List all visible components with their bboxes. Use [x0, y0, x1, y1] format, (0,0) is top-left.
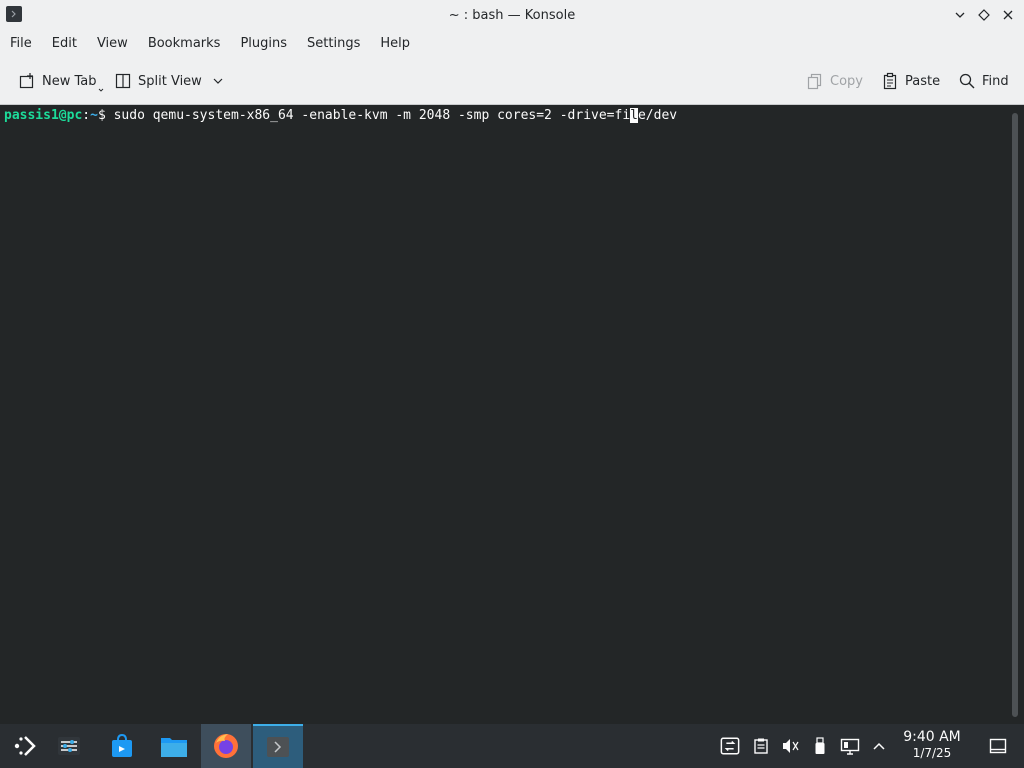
- minimize-button[interactable]: [948, 3, 972, 27]
- scrollbar-thumb[interactable]: [1012, 113, 1018, 717]
- find-button[interactable]: Find: [952, 65, 1015, 97]
- firefox-icon: [214, 734, 238, 758]
- window-controls: [948, 0, 1024, 30]
- copy-icon: [807, 73, 822, 90]
- app-launcher-icon: [14, 736, 36, 756]
- copy-button[interactable]: Copy: [800, 65, 869, 97]
- menu-settings[interactable]: Settings: [297, 30, 370, 58]
- clock-time: 9:40 AM: [903, 729, 961, 745]
- text-cursor: l: [630, 108, 638, 123]
- prompt-path: ~: [90, 108, 98, 123]
- system-settings-icon: [58, 737, 80, 755]
- paste-button[interactable]: Paste: [875, 65, 946, 97]
- paste-label: Paste: [905, 73, 941, 89]
- konsole-terminal-icon: [267, 737, 289, 757]
- terminal-scrollbar[interactable]: [1008, 105, 1024, 724]
- clock-date: 1/7/25: [912, 746, 952, 760]
- clipboard-icon: [754, 738, 768, 754]
- split-view-button[interactable]: Split View: [108, 65, 230, 97]
- toolbar: New Tab Split View Copy Paste Find: [0, 58, 1024, 105]
- close-icon: [1003, 10, 1013, 20]
- menu-bookmarks[interactable]: Bookmarks: [138, 30, 231, 58]
- tray-clipboard[interactable]: [751, 736, 771, 756]
- taskbar-dolphin[interactable]: [149, 724, 199, 768]
- chevron-down-icon: [213, 78, 223, 84]
- chevron-up-icon: [873, 742, 885, 750]
- paste-icon: [883, 72, 897, 90]
- konsole-app-icon[interactable]: [6, 6, 22, 22]
- command-text: sudo qemu-system-x86_64 -enable-kvm -m 2…: [113, 108, 631, 123]
- taskbar-konsole[interactable]: [253, 724, 303, 768]
- search-icon: [959, 73, 975, 89]
- menu-help[interactable]: Help: [370, 30, 420, 58]
- usb-drive-icon: [815, 737, 825, 754]
- prompt-symbol: $: [97, 108, 114, 123]
- new-tab-button[interactable]: New Tab: [12, 65, 104, 97]
- terminal-view[interactable]: passis1@pc:~$ sudo qemu-system-x86_64 -e…: [0, 105, 1008, 724]
- diamond-icon: [978, 9, 990, 21]
- window-title: ~ : bash — Konsole: [448, 7, 576, 23]
- terminal-command-line: passis1@pc:~$ sudo qemu-system-x86_64 -e…: [4, 107, 677, 125]
- chevron-down-icon: [955, 12, 965, 18]
- copy-label: Copy: [830, 73, 863, 89]
- dropdown-indicator-icon: [98, 88, 104, 92]
- taskbar: 9:40 AM 1/7/25: [0, 724, 1024, 768]
- menu-view[interactable]: View: [87, 30, 138, 58]
- app-launcher-button[interactable]: [0, 724, 50, 768]
- taskbar-firefox[interactable]: [201, 724, 251, 768]
- menu-bar: File Edit View Bookmarks Plugins Setting…: [0, 30, 1024, 58]
- menu-edit[interactable]: Edit: [42, 30, 87, 58]
- switch-window-icon: [720, 737, 740, 755]
- command-text-rest: e/dev: [637, 108, 678, 123]
- show-desktop-button[interactable]: [988, 736, 1008, 756]
- network-wired-icon: [840, 738, 860, 755]
- discover-store-icon: [112, 733, 132, 757]
- dolphin-folder-icon: [161, 738, 187, 757]
- tray-volume[interactable]: [780, 736, 800, 756]
- tray-expand[interactable]: [869, 736, 889, 756]
- tray-network[interactable]: [840, 736, 860, 756]
- split-view-label: Split View: [138, 73, 202, 89]
- prompt-user: passis1@pc: [4, 108, 83, 123]
- taskbar-discover[interactable]: [97, 724, 147, 768]
- close-button[interactable]: [996, 3, 1020, 27]
- menu-file[interactable]: File: [0, 30, 42, 58]
- maximize-button[interactable]: [972, 3, 996, 27]
- new-tab-label: New Tab: [42, 73, 97, 89]
- new-tab-icon: [19, 73, 34, 89]
- taskbar-system-settings[interactable]: [44, 724, 94, 768]
- split-view-icon: [115, 73, 131, 89]
- prompt-separator: :: [82, 108, 91, 123]
- tray-kde-connect[interactable]: [720, 736, 740, 756]
- menu-plugins[interactable]: Plugins: [230, 30, 297, 58]
- find-label: Find: [982, 73, 1009, 89]
- tray-removable-device[interactable]: [810, 736, 830, 756]
- konsole-window: ~ : bash — Konsole File Edit View Bookma…: [0, 0, 1024, 724]
- digital-clock[interactable]: 9:40 AM 1/7/25: [896, 728, 968, 760]
- title-bar[interactable]: ~ : bash — Konsole: [0, 0, 1024, 30]
- show-desktop-icon: [989, 738, 1007, 754]
- volume-muted-icon: [783, 739, 799, 753]
